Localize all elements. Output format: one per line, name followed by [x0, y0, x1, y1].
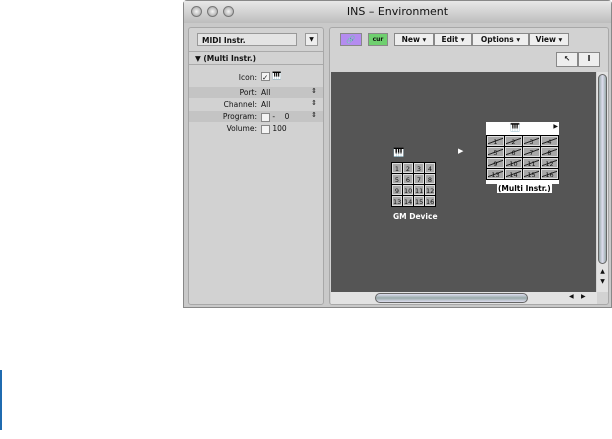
multi-instr-label: (Multi Instr.)	[497, 184, 552, 193]
scroll-down-icon[interactable]: ▼	[597, 278, 608, 285]
channel-cell[interactable]: 4	[541, 136, 558, 146]
text-cursor-icon: I	[587, 54, 591, 63]
output-arrow-icon[interactable]: ▶	[458, 147, 463, 155]
environment-window: INS – Environment MIDI Instr. ▼ ▼ (Multi…	[183, 0, 612, 308]
scroll-up-icon[interactable]: ▲	[597, 268, 608, 275]
environment-canvas[interactable]: 🎹 1 2 3 4 5 6 7 8 9 10 11 12 13 14 15 16 GM Device ▶ 🎹 …	[331, 72, 596, 292]
text-tool[interactable]: I	[578, 52, 600, 67]
blue-margin-bar	[0, 370, 2, 430]
pointer-icon: ↖	[563, 54, 571, 63]
vertical-scrollbar[interactable]: ▲ ▼	[597, 72, 608, 292]
channel-cell[interactable]: 15	[414, 196, 424, 206]
inspector-panel: MIDI Instr. ▼ ▼ (Multi Instr.) Icon: ✓ 🎹…	[188, 27, 324, 305]
channel-cell[interactable]: 11	[523, 158, 540, 168]
link-button[interactable]: 🔗	[340, 33, 362, 46]
channel-cell[interactable]: 3	[414, 163, 424, 173]
channel-cell[interactable]: 5	[392, 174, 402, 184]
layer-select-arrow[interactable]: ▼	[305, 33, 318, 46]
channel-cell[interactable]: 7	[523, 147, 540, 157]
multi-instr-channels[interactable]: 1 2 3 4 5 6 7 8 9 10 11 12 13 14 15 16	[486, 135, 559, 180]
link-icon: 🔗	[346, 35, 356, 44]
horizontal-scrollbar[interactable]: ◀ ▶	[331, 292, 597, 304]
channel-cell[interactable]: 2	[403, 163, 413, 173]
stepper-icon[interactable]: ⇕	[311, 87, 317, 95]
channel-cell[interactable]: 16	[541, 169, 558, 179]
channel-cell[interactable]: 13	[392, 196, 402, 206]
group-disclosure[interactable]: ▼ (Multi Instr.)	[189, 51, 323, 65]
channel-cell[interactable]: 8	[541, 147, 558, 157]
param-volume[interactable]: Volume: 100	[189, 123, 323, 134]
vertical-scroll-thumb[interactable]	[598, 74, 607, 264]
channel-cell[interactable]: 15	[523, 169, 540, 179]
icon-checkbox[interactable]: ✓	[261, 71, 270, 82]
channel-cell[interactable]: 6	[403, 174, 413, 184]
new-menu[interactable]: New ▾	[394, 33, 434, 46]
stepper-icon[interactable]: ⇕	[311, 99, 317, 107]
channel-cell[interactable]: 1	[392, 163, 402, 173]
channel-cell[interactable]: 6	[505, 147, 522, 157]
channel-cell[interactable]: 1	[487, 136, 504, 146]
gm-device-label: GM Device	[393, 212, 438, 221]
channel-cell[interactable]: 11	[414, 185, 424, 195]
channel-cell[interactable]: 10	[403, 185, 413, 195]
channel-cell[interactable]: 2	[505, 136, 522, 146]
pointer-tool[interactable]: ↖	[556, 52, 578, 67]
param-program[interactable]: Program: - 0 ⇕	[189, 111, 323, 122]
channel-cell[interactable]: 4	[425, 163, 435, 173]
output-arrow-icon[interactable]: ▶	[553, 123, 558, 130]
volume-checkbox[interactable]	[261, 124, 270, 134]
environment-area: 🔗 cur New ▾ Edit ▾ Options ▾ View ▾ ↖ I …	[329, 27, 609, 305]
channel-cell[interactable]: 16	[425, 196, 435, 206]
param-port[interactable]: Port: All ⇕	[189, 87, 323, 98]
param-channel[interactable]: Channel: All ⇕	[189, 99, 323, 110]
options-menu[interactable]: Options ▾	[472, 33, 529, 46]
view-menu[interactable]: View ▾	[529, 33, 569, 46]
channel-cell[interactable]: 5	[487, 147, 504, 157]
scroll-right-icon[interactable]: ▶	[581, 293, 586, 300]
gm-device-icon: 🎹	[393, 148, 405, 158]
channel-cell[interactable]: 14	[505, 169, 522, 179]
multi-instr-icon: 🎹	[510, 123, 520, 132]
channel-cell[interactable]: 7	[414, 174, 424, 184]
edit-menu[interactable]: Edit ▾	[434, 33, 472, 46]
multi-instr-object[interactable]: 🎹 ▶ 1 2 3 4 5 6 7 8 9 10 11 12 13 14 15 16	[486, 122, 559, 184]
channel-cell[interactable]: 12	[425, 185, 435, 195]
param-icon: Icon: ✓ 🎹	[238, 71, 282, 82]
channel-cell[interactable]: 10	[505, 158, 522, 168]
channel-cell[interactable]: 8	[425, 174, 435, 184]
gm-device-channels[interactable]: 1 2 3 4 5 6 7 8 9 10 11 12 13 14 15 16	[391, 162, 436, 207]
title-bar: INS – Environment	[184, 1, 611, 23]
horizontal-scroll-thumb[interactable]	[375, 293, 528, 303]
instrument-icon[interactable]: 🎹	[272, 71, 281, 80]
cur-button[interactable]: cur	[368, 33, 388, 46]
channel-cell[interactable]: 9	[487, 158, 504, 168]
channel-cell[interactable]: 3	[523, 136, 540, 146]
channel-cell[interactable]: 14	[403, 196, 413, 206]
channel-cell[interactable]: 12	[541, 158, 558, 168]
channel-cell[interactable]: 9	[392, 185, 402, 195]
program-checkbox[interactable]	[261, 112, 270, 122]
channel-cell[interactable]: 13	[487, 169, 504, 179]
scroll-left-icon[interactable]: ◀	[569, 293, 574, 300]
stepper-icon[interactable]: ⇕	[311, 111, 317, 119]
window-title: INS – Environment	[346, 5, 449, 18]
layer-select[interactable]: MIDI Instr.	[197, 33, 297, 46]
